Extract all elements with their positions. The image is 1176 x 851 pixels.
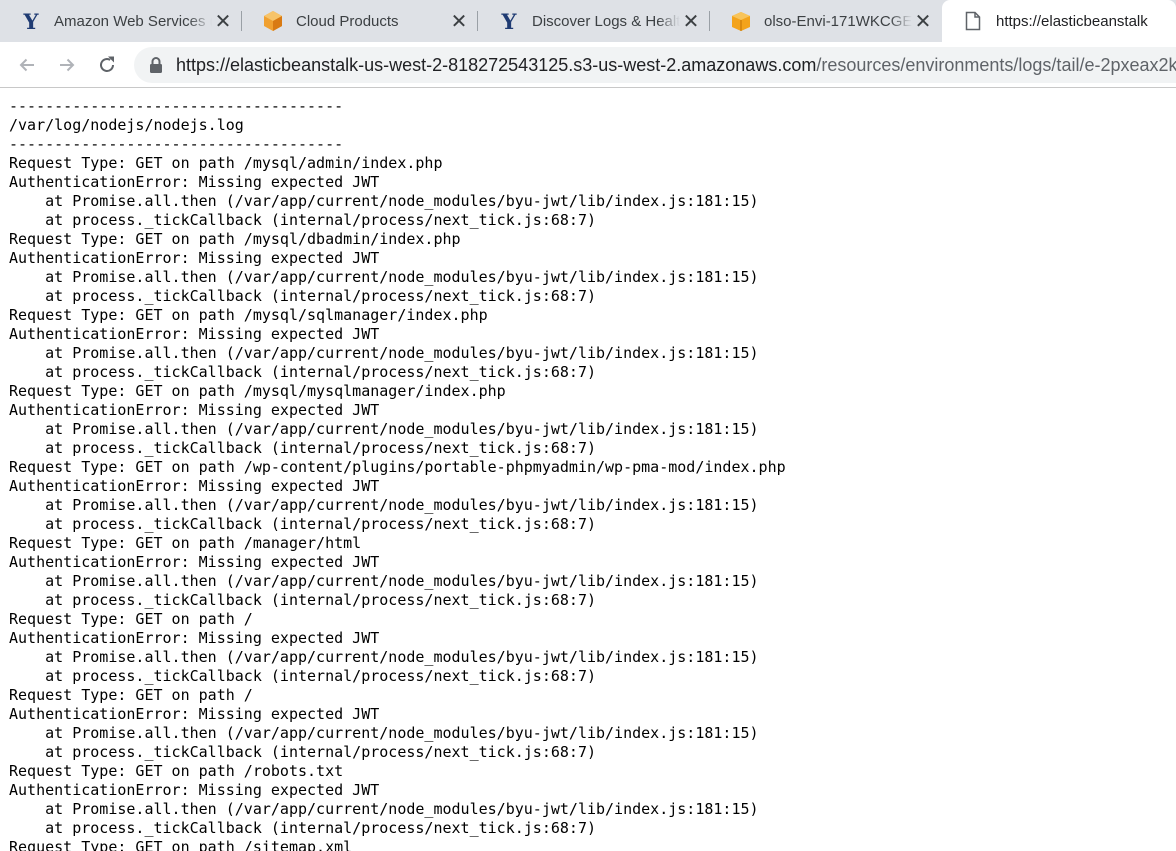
log-line: Request Type: GET on path /robots.txt [9, 762, 344, 780]
log-line: at Promise.all.then (/var/app/current/no… [9, 572, 759, 590]
tab-amazon-web-services[interactable]: Y Amazon Web Services ( ✕ [0, 0, 242, 42]
close-icon[interactable]: ✕ [912, 9, 934, 33]
page-content: -------------------------------------/va… [0, 89, 1176, 851]
log-line: AuthenticationError: Missing expected JW… [9, 325, 380, 343]
log-line: ------------------------------------- [9, 135, 344, 153]
tab-title: olso-Envi-171WKCGE5 [764, 12, 912, 30]
log-line: at process._tickCallback (internal/proce… [9, 743, 596, 761]
back-arrow-icon [19, 58, 34, 72]
log-line: Request Type: GET on path / [9, 610, 253, 628]
log-line: Request Type: GET on path /mysql/mysqlma… [9, 382, 506, 400]
log-line: AuthenticationError: Missing expected JW… [9, 173, 380, 191]
reload-button[interactable] [92, 50, 122, 80]
log-line: Request Type: GET on path /wp-content/pl… [9, 458, 786, 476]
log-output: -------------------------------------/va… [0, 89, 1176, 851]
browser-toolbar: https://elasticbeanstalk-us-west-2-81827… [0, 42, 1176, 88]
log-line: AuthenticationError: Missing expected JW… [9, 477, 380, 495]
log-line: Request Type: GET on path /mysql/sqlmana… [9, 306, 488, 324]
log-line: /var/log/nodejs/nodejs.log [9, 116, 244, 134]
tab-title: Cloud Products [296, 12, 399, 30]
close-icon[interactable]: ✕ [448, 9, 470, 33]
log-line: AuthenticationError: Missing expected JW… [9, 553, 380, 571]
log-line: ------------------------------------- [9, 97, 344, 115]
log-line: at process._tickCallback (internal/proce… [9, 515, 596, 533]
log-line: AuthenticationError: Missing expected JW… [9, 705, 380, 723]
log-line: Request Type: GET on path /manager/html [9, 534, 362, 552]
log-line: AuthenticationError: Missing expected JW… [9, 629, 380, 647]
page-icon [962, 10, 984, 32]
aws-box-icon [730, 10, 752, 32]
address-bar[interactable]: https://elasticbeanstalk-us-west-2-81827… [134, 47, 1176, 83]
log-line: at Promise.all.then (/var/app/current/no… [9, 800, 759, 818]
tab-olso-env[interactable]: olso-Envi-171WKCGE5 ✕ [710, 0, 942, 42]
log-line: Request Type: GET on path /mysql/admin/i… [9, 154, 443, 172]
log-line: Request Type: GET on path / [9, 686, 253, 704]
back-button[interactable] [12, 50, 42, 80]
log-line: AuthenticationError: Missing expected JW… [9, 781, 380, 799]
log-line: AuthenticationError: Missing expected JW… [9, 401, 380, 419]
log-line: at Promise.all.then (/var/app/current/no… [9, 724, 759, 742]
log-line: at process._tickCallback (internal/proce… [9, 667, 596, 685]
log-line: at Promise.all.then (/var/app/current/no… [9, 192, 759, 210]
tab-discover-logs[interactable]: Y Discover Logs & Health ✕ [478, 0, 710, 42]
log-line: Request Type: GET on path /mysql/dbadmin… [9, 230, 461, 248]
log-line: at process._tickCallback (internal/proce… [9, 211, 596, 229]
byu-y-icon: Y [23, 8, 39, 34]
close-icon[interactable]: ✕ [212, 9, 234, 33]
aws-cube-icon [262, 10, 284, 32]
log-line: at process._tickCallback (internal/proce… [9, 439, 596, 457]
tab-strip: Y Amazon Web Services ( ✕ Cloud Products… [0, 0, 1176, 42]
tab-title: https://elasticbeanstalk [996, 12, 1148, 30]
log-line: at Promise.all.then (/var/app/current/no… [9, 420, 759, 438]
forward-button[interactable] [52, 50, 82, 80]
log-line: at process._tickCallback (internal/proce… [9, 819, 596, 837]
tab-elasticbeanstalk[interactable]: https://elasticbeanstalk [942, 0, 1176, 42]
forward-arrow-icon [60, 58, 75, 72]
tab-title: Amazon Web Services ( [54, 12, 212, 30]
log-line: Request Type: GET on path /sitemap.xml [9, 838, 353, 851]
log-line: at Promise.all.then (/var/app/current/no… [9, 268, 759, 286]
tab-cloud-products[interactable]: Cloud Products ✕ [242, 0, 478, 42]
log-line: at Promise.all.then (/var/app/current/no… [9, 496, 759, 514]
lock-icon [150, 57, 162, 73]
log-line: at process._tickCallback (internal/proce… [9, 591, 596, 609]
close-icon[interactable]: ✕ [680, 9, 702, 33]
byu-y-icon: Y [501, 8, 517, 34]
reload-icon [100, 56, 114, 72]
log-line: at Promise.all.then (/var/app/current/no… [9, 648, 759, 666]
log-line: AuthenticationError: Missing expected JW… [9, 249, 380, 267]
url-path: /resources/environments/logs/tail/e-2pxe… [816, 54, 1176, 75]
url-text: https://elasticbeanstalk-us-west-2-81827… [176, 55, 1176, 76]
log-line: at process._tickCallback (internal/proce… [9, 287, 596, 305]
log-line: at Promise.all.then (/var/app/current/no… [9, 344, 759, 362]
url-host: https://elasticbeanstalk-us-west-2-81827… [176, 54, 817, 75]
tab-title: Discover Logs & Health [532, 12, 680, 30]
log-line: at process._tickCallback (internal/proce… [9, 363, 596, 381]
